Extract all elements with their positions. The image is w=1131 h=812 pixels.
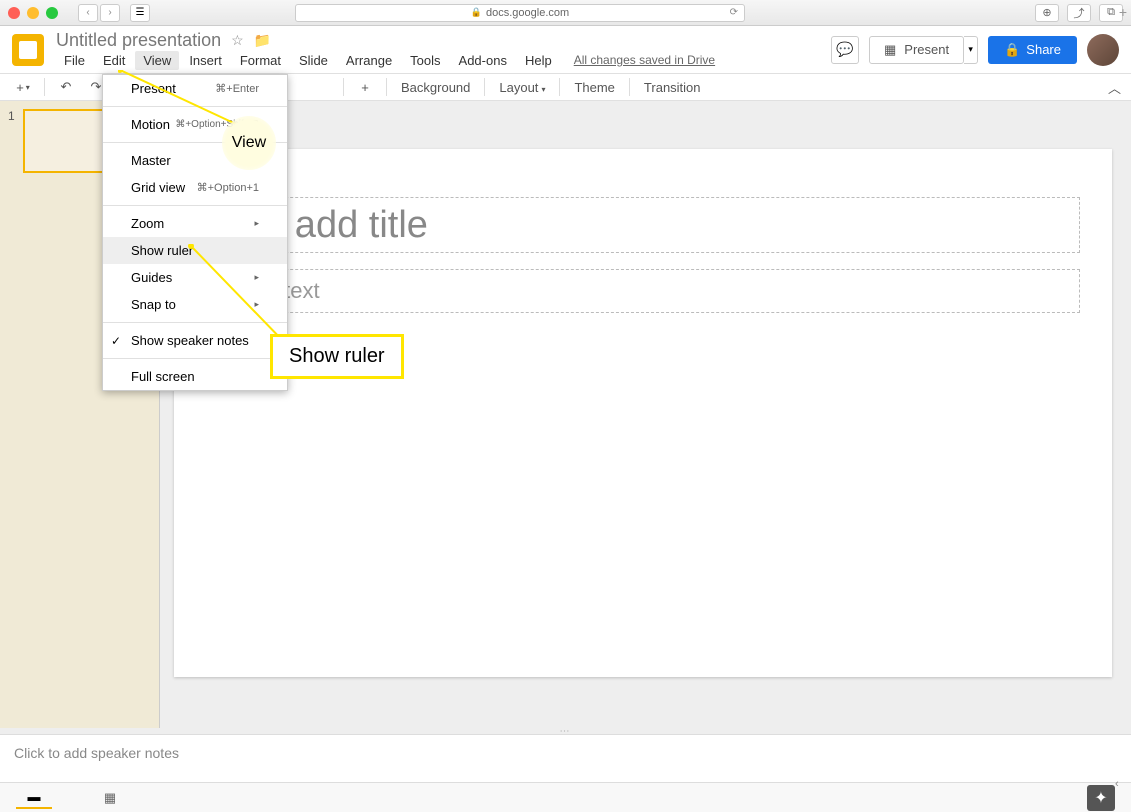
app-header: Untitled presentation ☆ 📁 File Edit View… <box>0 26 1131 73</box>
filmstrip-view-button[interactable]: ▬ <box>16 787 52 809</box>
collapse-toolbar-button[interactable]: ︿ <box>1108 78 1121 97</box>
close-window-button[interactable] <box>8 7 20 19</box>
callout-view: View <box>222 116 276 170</box>
window-controls <box>8 7 58 19</box>
menu-item-label: Show speaker notes <box>131 333 249 348</box>
grid-view-button[interactable]: ▦ <box>92 787 128 809</box>
slides-logo[interactable] <box>12 34 44 66</box>
url-bar[interactable]: 🔒 docs.google.com ⟳ <box>295 4 745 22</box>
header-right: 💬 ▦ Present ▾ 🔒 Share <box>831 34 1119 66</box>
new-tab-button[interactable]: + <box>1119 4 1127 20</box>
menu-help[interactable]: Help <box>517 51 560 70</box>
layout-button[interactable]: Layout <box>493 80 551 95</box>
menu-item-label: Present <box>131 81 176 96</box>
menu-item-label: Motion <box>131 117 170 132</box>
share-button[interactable]: 🔒 Share <box>988 36 1077 64</box>
url-text: docs.google.com <box>486 7 569 19</box>
comments-button[interactable]: 💬 <box>831 36 859 64</box>
callout-show-ruler: Show ruler <box>270 334 404 379</box>
undo-button[interactable]: ↶ <box>53 76 79 98</box>
move-icon[interactable]: 📁 <box>254 32 271 49</box>
callout-label: View <box>232 134 266 152</box>
chevron-right-icon: ▸ <box>254 299 259 310</box>
shield-icon[interactable]: ⊕ <box>1035 4 1059 22</box>
document-title[interactable]: Untitled presentation <box>56 30 221 51</box>
sidebar-collapse-button[interactable]: ‹ <box>1115 778 1129 792</box>
avatar[interactable] <box>1087 34 1119 66</box>
footer: ▬ ▦ ✦ <box>0 782 1131 812</box>
menu-zoom[interactable]: Zoom ▸ <box>103 210 287 237</box>
subtitle-placeholder[interactable]: o add text <box>210 269 1080 313</box>
chevron-right-icon: ▸ <box>254 218 259 229</box>
sidebar-toggle-button[interactable]: ☰ <box>130 4 150 22</box>
menu-edit[interactable]: Edit <box>95 51 133 70</box>
share-label: Share <box>1026 42 1061 57</box>
menu-arrange[interactable]: Arrange <box>338 51 400 70</box>
canvas-area[interactable]: k to add title o add text <box>160 101 1131 728</box>
menu-item-label: Zoom <box>131 216 164 231</box>
menubar: File Edit View Insert Format Slide Arran… <box>56 51 715 69</box>
lock-icon: 🔒 <box>471 7 482 18</box>
menu-item-label: Master <box>131 153 171 168</box>
menu-format[interactable]: Format <box>232 51 289 70</box>
chevron-right-icon: ▸ <box>254 272 259 283</box>
menu-addons[interactable]: Add-ons <box>451 51 515 70</box>
menu-speaker-notes[interactable]: ✓ Show speaker notes <box>103 327 287 354</box>
forward-button[interactable]: › <box>100 4 120 22</box>
menu-present[interactable]: Present ⌘+Enter <box>103 75 287 102</box>
theme-button[interactable]: Theme <box>568 80 620 95</box>
menu-shortcut: ⌘+Enter <box>215 82 259 95</box>
back-button[interactable]: ‹ <box>78 4 98 22</box>
lock-icon: 🔒 <box>1004 42 1020 58</box>
title-area: Untitled presentation ☆ 📁 File Edit View… <box>56 30 715 69</box>
present-label: Present <box>904 42 949 57</box>
menu-item-label: Guides <box>131 270 172 285</box>
menu-gridview[interactable]: Grid view ⌘+Option+1 <box>103 174 287 201</box>
present-dropdown-button[interactable]: ▾ <box>964 36 978 64</box>
menu-item-label: Full screen <box>131 369 195 384</box>
share-icon[interactable]: ⤴ <box>1067 4 1091 22</box>
notes-placeholder: Click to add speaker notes <box>14 745 179 761</box>
new-slide-button[interactable]: + <box>10 76 36 98</box>
menu-insert[interactable]: Insert <box>181 51 230 70</box>
menu-item-label: Show ruler <box>131 243 193 258</box>
menu-snapto[interactable]: Snap to ▸ <box>103 291 287 318</box>
menu-item-label: Snap to <box>131 297 176 312</box>
menu-view[interactable]: View <box>135 51 179 70</box>
menu-guides[interactable]: Guides ▸ <box>103 264 287 291</box>
transition-button[interactable]: Transition <box>638 80 707 95</box>
star-icon[interactable]: ☆ <box>231 32 244 49</box>
nav-arrows: ‹ › <box>78 4 120 22</box>
minimize-window-button[interactable] <box>27 7 39 19</box>
menu-shortcut: ⌘+Option+1 <box>197 181 259 194</box>
background-button[interactable]: Background <box>395 80 476 95</box>
refresh-icon[interactable]: ⟳ <box>730 7 738 18</box>
menu-fullscreen[interactable]: Full screen <box>103 363 287 390</box>
titlebar-right-icons: ⊕ ⤴ ⧉ <box>1035 4 1123 22</box>
menu-slide[interactable]: Slide <box>291 51 336 70</box>
title-placeholder[interactable]: k to add title <box>210 197 1080 253</box>
menu-tools[interactable]: Tools <box>402 51 448 70</box>
menu-file[interactable]: File <box>56 51 93 70</box>
slide-canvas[interactable]: k to add title o add text <box>174 149 1112 677</box>
menu-item-label: Grid view <box>131 180 185 195</box>
maximize-window-button[interactable] <box>46 7 58 19</box>
add-button[interactable]: + <box>352 76 378 98</box>
menu-show-ruler[interactable]: Show ruler <box>103 237 287 264</box>
save-status[interactable]: All changes saved in Drive <box>574 53 715 67</box>
browser-titlebar: ‹ › ☰ 🔒 docs.google.com ⟳ ⊕ ⤴ ⧉ + <box>0 0 1131 26</box>
callout-label: Show ruler <box>289 345 385 367</box>
present-button[interactable]: ▦ Present <box>869 36 964 64</box>
explore-button[interactable]: ✦ <box>1087 785 1115 811</box>
slide-number: 1 <box>8 109 15 123</box>
present-icon: ▦ <box>884 42 896 58</box>
checkmark-icon: ✓ <box>111 334 121 348</box>
speaker-notes-area[interactable]: Click to add speaker notes <box>0 734 1131 782</box>
